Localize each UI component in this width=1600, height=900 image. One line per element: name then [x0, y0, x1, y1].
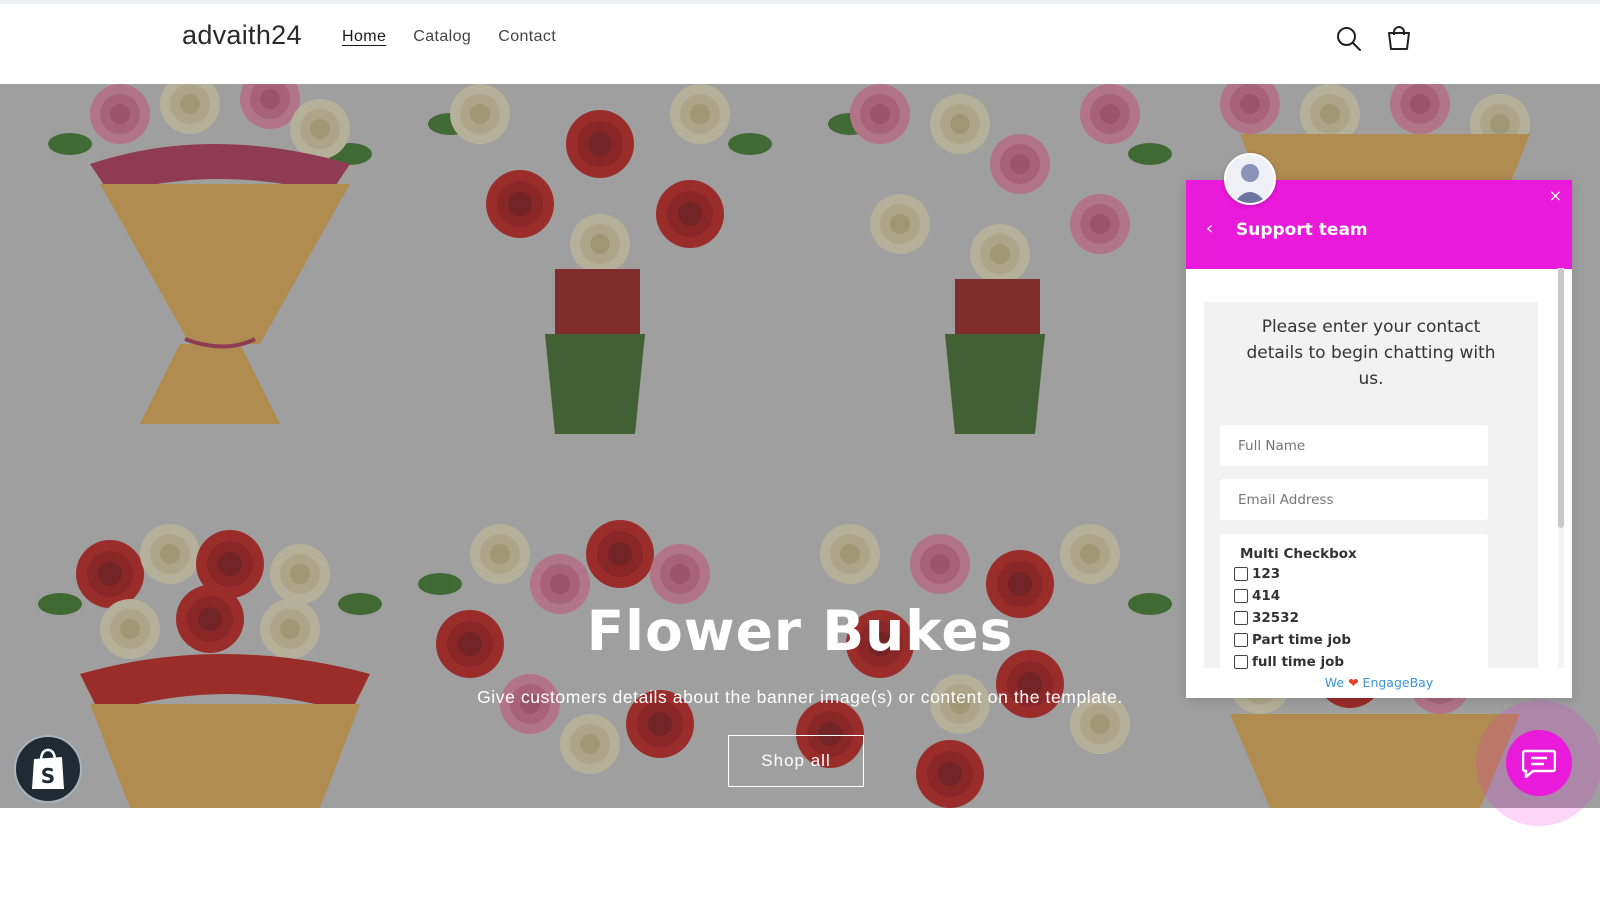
svg-text:S: S — [41, 764, 55, 788]
cart-icon[interactable] — [1384, 24, 1414, 54]
checkbox[interactable] — [1234, 589, 1248, 603]
nav-catalog[interactable]: Catalog — [413, 28, 471, 46]
site-header: advaith24 Home Catalog Contact — [0, 4, 1600, 84]
contact-prompt: Please enter your contact details to beg… — [1246, 317, 1496, 389]
shop-all-button[interactable]: Shop all — [728, 735, 864, 787]
powered-by[interactable]: We ❤ EngageBay — [1186, 675, 1572, 690]
checkbox[interactable] — [1234, 567, 1248, 581]
multi-checkbox-group: Multi Checkbox 123 414 32532 Part time j… — [1220, 534, 1488, 674]
heart-icon: ❤ — [1348, 675, 1359, 690]
checkbox-option[interactable]: Part time job — [1234, 632, 1351, 648]
checkbox-option[interactable]: full time job — [1234, 654, 1344, 670]
chat-title: Support team — [1236, 220, 1368, 240]
checkbox-option[interactable]: 32532 — [1234, 610, 1299, 626]
site-logo[interactable]: advaith24 — [182, 20, 302, 51]
chat-launcher-button[interactable] — [1506, 730, 1572, 796]
checkbox[interactable] — [1234, 633, 1248, 647]
multi-checkbox-label: Multi Checkbox — [1240, 546, 1357, 562]
nav-home[interactable]: Home — [342, 28, 386, 46]
email-field[interactable] — [1220, 479, 1488, 520]
checkbox-option[interactable]: 414 — [1234, 588, 1280, 604]
checkbox[interactable] — [1234, 611, 1248, 625]
search-icon[interactable] — [1334, 24, 1364, 54]
checkbox-option[interactable]: 123 — [1234, 566, 1280, 582]
shopify-bag-icon[interactable]: S — [14, 735, 82, 803]
checkbox[interactable] — [1234, 655, 1248, 669]
chat-scroll-thumb[interactable] — [1558, 268, 1564, 528]
chat-bubble-icon — [1522, 749, 1556, 778]
back-icon[interactable]: ‹ — [1206, 218, 1213, 239]
close-icon[interactable]: × — [1549, 186, 1562, 205]
nav-contact[interactable]: Contact — [498, 28, 556, 46]
main-nav: Home Catalog Contact — [342, 28, 556, 46]
agent-avatar — [1224, 153, 1276, 205]
chat-widget: × ‹ Support team Please enter your conta… — [1186, 153, 1572, 698]
full-name-field[interactable] — [1220, 425, 1488, 466]
